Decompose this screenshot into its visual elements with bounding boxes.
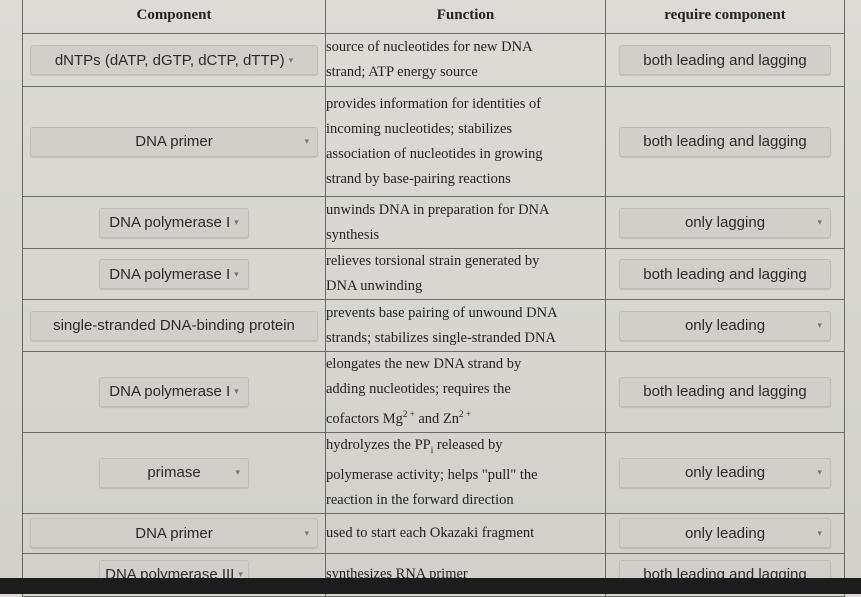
header-require: require component [605, 0, 845, 34]
component-dropdown[interactable]: single-stranded DNA-binding protein [30, 310, 318, 341]
dropdown-value: DNA primer [135, 133, 213, 150]
dropdown-value: primase [147, 464, 201, 482]
table-row: DNA polymerase I ▾ relieves torsional st… [22, 248, 845, 300]
require-dropdown[interactable]: only leading ▾ [619, 457, 831, 488]
table-row: single-stranded DNA-binding protein prev… [22, 299, 845, 352]
function-cell: unwinds DNA in preparation for DNA synth… [325, 196, 606, 249]
dropdown-value: DNA primer [135, 524, 213, 542]
dropdown-value: only leading [684, 524, 766, 542]
chevron-down-icon: ▾ [235, 467, 240, 478]
header-function: Function [325, 0, 606, 34]
component-dropdown[interactable]: DNA primer ▾ [30, 518, 318, 549]
dropdown-value: both leading and lagging [643, 51, 807, 69]
dropdown-value: both leading and lagging [643, 265, 807, 283]
dropdown-value: single-stranded DNA-binding protein [53, 317, 295, 334]
component-dropdown[interactable]: dNTPs (dATP, dGTP, dCTP, dTTP) ▾ [30, 45, 318, 75]
table-row: dNTPs (dATP, dGTP, dCTP, dTTP) ▾ source … [22, 33, 845, 87]
dropdown-value: DNA polymerase I [109, 265, 231, 283]
function-cell: relieves torsional strain generated by D… [325, 248, 606, 300]
chevron-down-icon: ▾ [817, 527, 822, 538]
table-row: DNA polymerase I ▾ elongates the new DNA… [22, 351, 845, 433]
dropdown-value: DNA polymerase I [109, 383, 231, 401]
dropdown-value: both leading and lagging [643, 383, 807, 401]
chevron-down-icon: ▾ [234, 386, 239, 397]
component-dropdown[interactable]: DNA polymerase I ▾ [99, 376, 249, 407]
require-dropdown[interactable]: only leading ▾ [619, 518, 831, 549]
chevron-down-icon: ▾ [304, 136, 309, 146]
chevron-down-icon: ▾ [817, 320, 822, 330]
component-dropdown[interactable]: primase ▾ [99, 457, 249, 488]
table-row: DNA primer ▾ used to start each Okazaki … [22, 512, 845, 554]
header-row: Component Function require component [22, 0, 845, 34]
screen-bezel [0, 578, 861, 594]
dropdown-value: dNTPs (dATP, dGTP, dCTP, dTTP) [54, 51, 285, 69]
worksheet-page: Component Function require component dNT… [0, 0, 861, 597]
chevron-down-icon: ▾ [817, 467, 822, 478]
chevron-down-icon: ▾ [234, 217, 239, 227]
dropdown-value: DNA polymerase I [109, 214, 231, 231]
require-dropdown[interactable]: both leading and lagging [619, 126, 831, 157]
chevron-down-icon: ▾ [234, 268, 239, 279]
function-cell: used to start each Okazaki fragment [325, 512, 606, 554]
require-dropdown[interactable]: both leading and lagging [619, 376, 831, 407]
dropdown-value: only leading [684, 317, 766, 334]
dropdown-value: both leading and lagging [643, 133, 807, 150]
chevron-down-icon: ▾ [304, 527, 309, 538]
component-dropdown[interactable]: DNA polymerase I ▾ [99, 259, 249, 289]
function-cell: prevents base pairing of unwound DNA str… [325, 299, 606, 352]
require-dropdown[interactable]: only leading ▾ [619, 310, 831, 341]
function-cell: source of nucleotides for new DNA strand… [325, 33, 606, 87]
require-dropdown[interactable]: both leading and lagging [619, 259, 831, 289]
component-dropdown[interactable]: DNA polymerase I ▾ [99, 207, 249, 238]
function-cell: elongates the new DNA strand by adding n… [325, 351, 606, 433]
replication-components-table: Component Function require component dNT… [22, 0, 845, 597]
chevron-down-icon: ▾ [817, 217, 822, 227]
table-row: primase ▾ hydrolyzes the PPi released by… [22, 431, 845, 514]
header-component: Component [22, 0, 326, 34]
require-dropdown[interactable]: only lagging ▾ [619, 207, 831, 238]
table-row: DNA polymerase I ▾ unwinds DNA in prepar… [22, 196, 845, 249]
dropdown-value: only leading [684, 464, 766, 482]
require-dropdown[interactable]: both leading and lagging [619, 45, 831, 75]
table-row: DNA primer ▾ provides information for id… [22, 86, 845, 197]
component-dropdown[interactable]: DNA primer ▾ [30, 126, 318, 157]
dropdown-value: only lagging [684, 214, 766, 231]
function-cell: provides information for identities of i… [325, 86, 606, 197]
function-cell: hydrolyzes the PPi released by polymeras… [325, 431, 606, 514]
chevron-down-icon: ▾ [288, 54, 294, 65]
